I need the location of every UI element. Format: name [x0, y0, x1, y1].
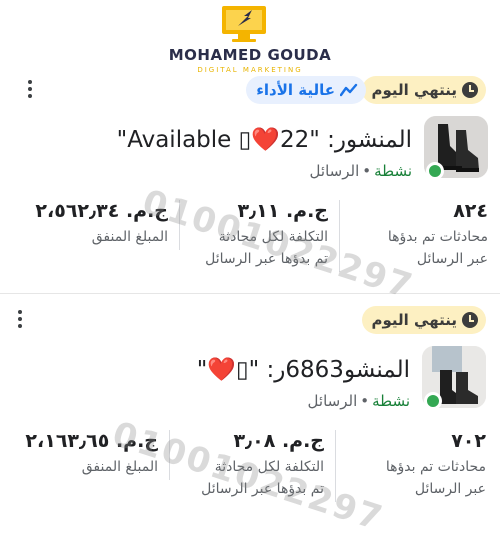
post-title[interactable]: المنشور: "22❤️▯ Available" [117, 126, 412, 153]
status-line: نشطة•الرسائل [310, 162, 412, 180]
metric-divider [179, 200, 180, 250]
campaign-card: ينتهي اليوم عالية الأداء المنشور: "22❤️▯… [0, 72, 500, 290]
campaign-card: ينتهي اليوم المنشو6863ر: "▯❤️" نشطة•الرس… [0, 302, 500, 540]
deadline-chip-label: ينتهي اليوم [371, 81, 457, 99]
clock-icon [462, 312, 478, 328]
more-options-icon[interactable] [8, 304, 32, 334]
metric-divider [169, 430, 170, 480]
clock-icon [462, 82, 478, 98]
metric-label: محادثات تم بدؤها عبر الرسائل [385, 459, 486, 497]
metric-value: ٨٢٤ [453, 200, 488, 222]
high-performance-label: عالية الأداء [256, 81, 335, 99]
metric-label: التكلفة لكل محادثة تم بدؤها عبر الرسائل [201, 459, 324, 497]
metric-label: المبلغ المنفق [81, 459, 158, 475]
metric-label: التكلفة لكل محادثة تم بدؤها عبر الرسائل [205, 229, 328, 267]
status-separator: • [362, 162, 372, 180]
post-title[interactable]: المنشو6863ر: "▯❤️" [197, 356, 410, 383]
active-status-dot [424, 392, 442, 410]
deadline-chip: ينتهي اليوم [361, 76, 486, 104]
brand-logo: MOHAMED GOUDA DIGITAL MARKETING [160, 2, 340, 78]
status-active: نشطة [372, 392, 410, 410]
high-performance-chip[interactable]: عالية الأداء [246, 76, 366, 104]
more-options-icon[interactable] [18, 74, 42, 104]
status-type: الرسائل [307, 392, 358, 410]
trend-chart-icon [340, 83, 358, 97]
metric-value: ج.م. ٢،١٦٣٫٦٥ [25, 430, 158, 452]
status-type: الرسائل [309, 162, 360, 180]
metric-cost-per-conversation: ج.م. ٣٫١١ التكلفة لكل محادثة تم بدؤها عبر… [178, 200, 328, 270]
status-line: نشطة•الرسائل [308, 392, 410, 410]
card-divider [0, 293, 500, 294]
metric-divider [339, 200, 340, 272]
status-active: نشطة [374, 162, 412, 180]
metric-value: ج.م. ٣٫٠٨ [233, 430, 324, 452]
metric-amount-spent: ج.م. ٢،١٦٣٫٦٥ المبلغ المنفق [18, 430, 158, 478]
metric-value: ٧٠٢ [451, 430, 486, 452]
brand-name: MOHAMED GOUDA [168, 46, 332, 64]
metric-conversations: ٧٠٢ محادثات تم بدؤها عبر الرسائل [336, 430, 486, 500]
metric-label: محادثات تم بدؤها عبر الرسائل [387, 229, 488, 267]
metric-conversations: ٨٢٤ محادثات تم بدؤها عبر الرسائل [338, 200, 488, 270]
metric-divider [335, 430, 336, 502]
metric-label: المبلغ المنفق [91, 229, 168, 245]
metric-value: ج.م. ٢،٥٦٢٫٣٤ [35, 200, 168, 222]
deadline-chip-label: ينتهي اليوم [371, 311, 457, 329]
metric-amount-spent: ج.م. ٢،٥٦٢٫٣٤ المبلغ المنفق [18, 200, 168, 248]
deadline-chip: ينتهي اليوم [361, 306, 486, 334]
metric-cost-per-conversation: ج.م. ٣٫٠٨ التكلفة لكل محادثة تم بدؤها عبر… [174, 430, 324, 500]
active-status-dot [426, 162, 444, 180]
status-separator: • [360, 392, 370, 410]
metric-value: ج.م. ٣٫١١ [237, 200, 328, 222]
computer-logo-icon [222, 6, 266, 42]
